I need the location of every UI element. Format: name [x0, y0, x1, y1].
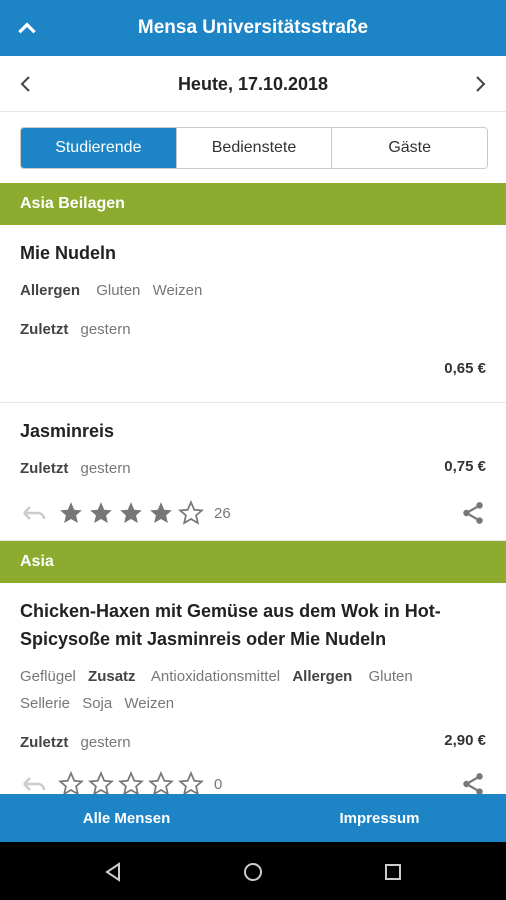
all-canteens-button[interactable]: Alle Mensen: [0, 794, 253, 842]
meal-name-line: Chicken-Haxen mit Gemüse aus dem Wok in …: [20, 601, 441, 621]
star-filled-icon[interactable]: [58, 500, 84, 526]
last-value: gestern: [80, 460, 131, 477]
bottom-navigation: Alle Mensen Impressum: [0, 794, 506, 842]
allergen-label: Allergen: [292, 668, 353, 685]
price: 0,75 €: [444, 458, 486, 475]
undo-icon[interactable]: [20, 501, 48, 525]
page-title: Mensa Universitätsstraße: [137, 17, 369, 38]
star-filled-icon[interactable]: [118, 500, 144, 526]
share-icon[interactable]: [460, 500, 486, 526]
allergen-value: Weizen: [124, 695, 175, 712]
app-bar: Mensa Universitätsstraße: [0, 0, 506, 56]
meal-item[interactable]: Jasminreis Zuletzt gestern 0,75 € 26: [0, 403, 506, 541]
star-outline-icon[interactable]: [88, 771, 114, 794]
system-navigation-bar: [0, 842, 506, 900]
star-outline-icon[interactable]: [118, 771, 144, 794]
allergen-value: Gluten: [368, 668, 413, 685]
star-outline-icon[interactable]: [58, 771, 84, 794]
meal-item[interactable]: Chicken-Haxen mit Gemüse aus dem Wok in …: [0, 583, 506, 794]
zusatz-label: Zusatz: [88, 668, 136, 685]
rating-row: 26: [20, 498, 231, 528]
star-outline-icon[interactable]: [178, 771, 204, 794]
date-label: Heute, 17.10.2018: [177, 74, 329, 94]
undo-icon[interactable]: [20, 772, 48, 794]
last-value: gestern: [80, 734, 131, 751]
rating-count: 26: [214, 504, 231, 522]
allergen-value: Sellerie: [20, 695, 71, 712]
allergen-value: Soja: [82, 695, 113, 712]
share-icon[interactable]: [460, 771, 486, 794]
rating-row: 0: [20, 769, 222, 794]
allergen-value: Weizen: [152, 282, 203, 299]
imprint-button[interactable]: Impressum: [253, 794, 506, 842]
tags-line: Sellerie Soja Weizen: [20, 690, 486, 717]
star-outline-icon[interactable]: [148, 771, 174, 794]
tags-line: Geflügel Zusatz Antioxidationsmittel All…: [20, 663, 486, 690]
meal-name-line: Spicysoße mit Jasminreis oder Mie Nudeln: [20, 629, 387, 649]
tab-studierende[interactable]: Studierende: [21, 128, 177, 168]
meal-name: Jasminreis: [20, 421, 115, 441]
date-navigation: Heute, 17.10.2018: [0, 56, 506, 112]
tab-bedienstete[interactable]: Bedienstete: [176, 128, 333, 168]
back-triangle-icon[interactable]: [101, 860, 125, 884]
last-label: Zuletzt: [20, 460, 69, 477]
meal-list[interactable]: Asia Beilagen Mie Nudeln Allergen Gluten…: [0, 183, 506, 794]
last-value: gestern: [80, 321, 131, 338]
star-filled-icon[interactable]: [148, 500, 174, 526]
zusatz-value: Antioxidationsmittel: [150, 668, 281, 685]
price: 2,90 €: [444, 732, 486, 749]
category-header: Asia Beilagen: [0, 183, 506, 225]
last-served-line: Zuletzt gestern: [20, 316, 486, 343]
home-circle-icon[interactable]: [241, 860, 265, 884]
recents-square-icon[interactable]: [381, 860, 405, 884]
price-group-selector: Studierende Bedienstete Gäste: [20, 127, 488, 169]
star-filled-icon[interactable]: [88, 500, 114, 526]
chevron-right-icon[interactable]: [468, 72, 492, 96]
last-label: Zuletzt: [20, 321, 69, 338]
last-served-line: Zuletzt gestern: [20, 729, 486, 756]
last-label: Zuletzt: [20, 734, 69, 751]
star-outline-icon[interactable]: [178, 500, 204, 526]
meal-item[interactable]: Mie Nudeln Allergen Gluten Weizen Zuletz…: [0, 225, 506, 429]
last-served-line: Zuletzt gestern: [20, 455, 486, 482]
allergen-label: Allergen: [20, 282, 81, 299]
allergen-line: Allergen Gluten Weizen: [20, 277, 486, 304]
category-header: Asia: [0, 541, 506, 583]
tag-value: Geflügel: [20, 668, 76, 685]
meal-name: Mie Nudeln: [20, 243, 117, 263]
rating-count: 0: [214, 775, 223, 793]
allergen-value: Gluten: [96, 282, 141, 299]
tab-gaeste[interactable]: Gäste: [332, 128, 487, 168]
price: 0,65 €: [444, 360, 486, 377]
